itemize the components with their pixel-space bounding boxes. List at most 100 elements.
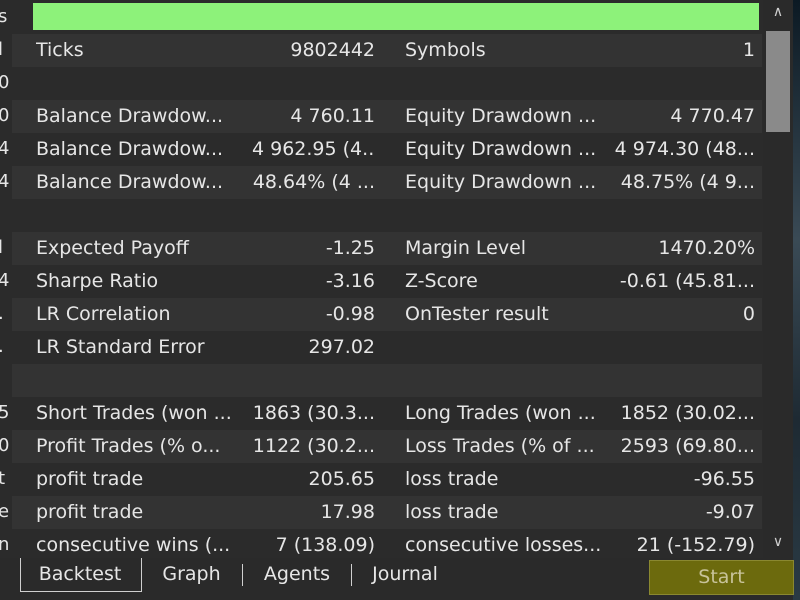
table-row: LR Correlation -0.98 OnTester result 0 [12,298,762,331]
metric-value: 9802442 [290,39,375,61]
clipped-char: . [0,330,4,363]
metric-value: -9.07 [705,501,755,523]
clipped-char: s [0,6,8,27]
metric-label [405,199,613,232]
metric-label: Symbols [405,39,486,61]
metric-value: 205.65 [308,468,375,490]
table-row: profit trade 205.65 loss trade -96.55 [12,463,762,496]
progress-bar [33,3,759,30]
metric-value: 1863 (30.3... [252,402,375,424]
tab-journal[interactable]: Journal [353,558,457,591]
metric-value: 4 760.11 [290,105,375,127]
table-row [12,199,762,232]
metric-value: 4 770.47 [670,105,755,127]
metric-label: OnTester result [405,303,549,325]
clipped-char: 4 [0,171,10,192]
chart-background-edge [793,0,800,600]
metric-label: profit trade [36,468,144,490]
metric-label [405,364,613,397]
metric-value: 2593 (69.80... [620,435,755,457]
metric-label [36,67,256,100]
clipped-char: e [0,501,10,522]
clipped-char: n [0,534,10,555]
metric-value [252,199,375,232]
table-row [12,364,762,397]
metric-label: Equity Drawdown ... [405,171,597,193]
metric-label: Loss Trades (% of ... [405,435,595,457]
table-row [12,67,762,100]
metric-value: 0 [742,303,755,325]
table-row: Balance Drawdow... 4 962.95 (4... Equity D… [12,133,762,166]
metric-label [36,199,256,232]
clipped-char: 4 [0,138,10,159]
clipped-char: 0 [0,105,10,126]
metric-label: Long Trades (won ... [405,402,596,424]
table-row: Sharpe Ratio -3.16 Z-Score -0.61 (45.81... [12,265,762,298]
table-row: Balance Drawdow... 48.64% (4 ... Equity Dr… [12,166,762,199]
scroll-thumb[interactable] [766,31,790,132]
metric-label [405,331,613,364]
left-clipped-column: sl0044l4..50ten [0,0,12,558]
clipped-char: t [0,468,6,489]
table-row: profit trade 17.98 loss trade -9.07 [12,496,762,529]
metric-value: 48.64% (4 ... [252,171,375,193]
metric-label: Equity Drawdown ... [405,105,597,127]
clipped-char: l [0,39,4,60]
strategy-tester-window: sl0044l4..50ten Ticks9802442Symbols1Bala… [0,0,800,600]
metric-value [252,67,375,100]
metric-value: 1470.20% [658,237,755,259]
metric-label: Margin Level [405,237,527,259]
metric-value: 4 962.95 (4... [252,138,375,160]
metric-label: Ticks [36,39,84,61]
tab-separator [242,564,243,586]
metric-label: profit trade [36,501,144,523]
scroll-up-icon[interactable]: ∧ [763,0,793,24]
tab-agents[interactable]: Agents [245,558,349,591]
metric-label: loss trade [405,468,499,490]
metric-value [614,67,755,100]
clipped-char: l [0,237,4,258]
metric-value: -1.25 [325,237,375,259]
metric-label: Sharpe Ratio [36,270,159,292]
metric-value: -96.55 [693,468,755,490]
clipped-char: 0 [0,72,10,93]
metric-value: 4 974.30 (48... [614,138,755,160]
metric-value: 17.98 [320,501,375,523]
metric-value: 1852 (30.02... [620,402,755,424]
metric-value: 48.75% (4 9... [620,171,755,193]
clipped-char: 0 [0,435,10,456]
metric-label: loss trade [405,501,499,523]
tab-backtest[interactable]: Backtest [20,558,140,591]
table-row: LR Standard Error 297.02 [12,331,762,364]
metric-label: Short Trades (won ... [36,402,232,424]
tab-separator [351,564,352,586]
table-row: Balance Drawdow... 4 760.11 Equity Drawdow… [12,100,762,133]
metric-value: -0.98 [325,303,375,325]
metric-label: Balance Drawdow... [36,138,224,160]
table-row: Profit Trades (% o... 1122 (30.2... Loss T… [12,430,762,463]
clipped-char: 5 [0,402,10,423]
table-row: Ticks 9802442 Symbols 1 [12,34,762,67]
metric-label: Balance Drawdow... [36,105,224,127]
metric-label: Balance Drawdow... [36,171,224,193]
metric-value [614,199,755,232]
table-row: Expected Payoff -1.25 Margin Level 1470.20% [12,232,762,265]
results-table: Ticks 9802442 Symbols 1 Balance Drawdow... 4 … [12,34,762,562]
progress-fill [33,3,759,30]
metric-value [614,331,755,364]
metric-value: -0.61 (45.81... [619,270,755,292]
clipped-char: . [0,297,4,330]
start-button[interactable]: Start [649,560,794,595]
metric-label: LR Correlation [36,303,171,325]
vertical-scrollbar[interactable]: ∧ ∨ [763,0,793,558]
metric-value [614,364,755,397]
metric-label: Profit Trades (% o... [36,435,221,457]
metric-value: 297.02 [308,336,375,358]
metric-label [405,67,613,100]
scroll-down-icon[interactable]: ∨ [763,530,793,554]
metric-value: 1 [742,39,755,61]
metric-label: Z-Score [405,270,478,292]
table-row: Short Trades (won ... 1863 (30.3... Long T… [12,397,762,430]
metric-label: LR Standard Error [36,336,205,358]
tab-graph[interactable]: Graph [143,558,240,591]
